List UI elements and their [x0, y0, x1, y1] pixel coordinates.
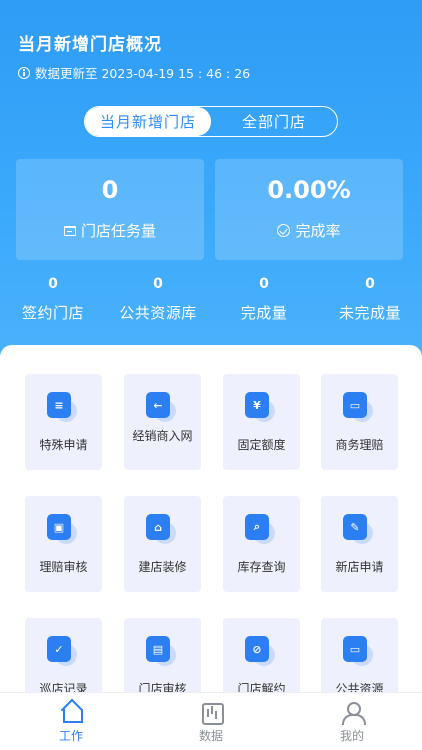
icon-glyph: ¥	[245, 392, 269, 418]
menu-tile[interactable]: ✓ 巡店记录	[25, 618, 102, 700]
menu-tile-label: 商务理赔	[335, 438, 384, 452]
home-icon	[60, 701, 83, 723]
back-arrow-icon: ←	[146, 392, 178, 424]
stat-label: 未完成量	[338, 304, 401, 322]
menu-tile-label: 固定额度	[237, 438, 286, 452]
yen-icon: ¥	[245, 392, 277, 424]
checklist-icon: ✓	[47, 636, 79, 668]
badge-icon: ▣	[47, 514, 79, 546]
info-icon	[18, 66, 30, 79]
stat-value: 0	[365, 276, 375, 292]
menu-tile[interactable]: ← 经销商入网	[124, 374, 201, 470]
tab-me[interactable]: 我的	[322, 701, 382, 744]
menu-tile[interactable]: ▤ 门店审核	[124, 618, 201, 700]
completion-rate-label: 完成率	[295, 222, 341, 240]
menu-panel: ≡ 特殊申请 ← 经销商入网 ¥ 固定额度 ▭ 商务理赔 ▣ 理赔审核 ⌂ 建店装修 ⌕ 库存查询 ✎ 新店申…	[0, 345, 422, 700]
icon-glyph: ⌕	[245, 514, 269, 540]
completion-rate-label-row: 完成率	[215, 220, 403, 241]
briefcase-icon: ▭	[343, 392, 375, 424]
stat-public-pool[interactable]: 0 公共资源库	[108, 276, 208, 323]
menu-tile-label: 经销商入网	[132, 429, 193, 443]
stat-label: 完成量	[240, 304, 288, 322]
menu-tile[interactable]: ⊘ 门店解约	[223, 618, 300, 700]
stamp-icon: ▤	[146, 636, 178, 668]
stat-label: 签约门店	[21, 304, 84, 322]
stat-value: 0	[259, 276, 269, 292]
icon-glyph: ⌂	[146, 514, 170, 540]
menu-tile[interactable]: ⌕ 库存查询	[223, 496, 300, 592]
user-icon	[341, 701, 366, 725]
stat-value: 0	[153, 276, 163, 292]
store-task-label: 门店任务量	[80, 222, 156, 240]
icon-glyph: ≡	[47, 392, 71, 418]
tab-new-stores[interactable]: 当月新增门店	[85, 107, 211, 136]
menu-tile[interactable]: ▣ 理赔审核	[25, 496, 102, 592]
bottom-tab-bar: 工作 数据 我的	[0, 692, 422, 750]
stat-signed-stores[interactable]: 0 签约门店	[3, 276, 103, 323]
store-task-value: 0	[101, 176, 119, 204]
update-timestamp: 数据更新至 2023-04-19 15 : 46 : 26	[18, 63, 250, 82]
icon-glyph: ✎	[343, 514, 367, 540]
chart-icon	[200, 701, 224, 725]
menu-tile[interactable]: ▭ 公共资源	[321, 618, 398, 700]
box-search-icon: ⌕	[245, 514, 277, 546]
shop-icon: ⌂	[146, 514, 178, 546]
check-circle-icon	[277, 224, 291, 237]
tab-all-stores[interactable]: 全部门店	[211, 107, 337, 136]
icon-glyph: ⊘	[245, 636, 269, 662]
edit-doc-icon: ✎	[343, 514, 375, 546]
tab-me-label: 我的	[339, 729, 364, 743]
menu-tile-label: 新店申请	[335, 560, 384, 574]
stat-uncompleted[interactable]: 0 未完成量	[320, 276, 420, 323]
update-text: 数据更新至 2023-04-19 15 : 46 : 26	[35, 66, 251, 81]
icon-glyph: ▣	[47, 514, 71, 540]
page-title: 当月新增门店概况	[18, 35, 162, 55]
menu-tile[interactable]: ✎ 新店申请	[321, 496, 398, 592]
stats-row: 0 签约门店 0 公共资源库 0 完成量 0 未完成量	[0, 276, 422, 326]
cancel-doc-icon: ⊘	[245, 636, 277, 668]
menu-tile-label: 理赔审核	[39, 560, 88, 574]
tab-work-label: 工作	[58, 729, 83, 743]
tab-data-label: 数据	[198, 729, 223, 743]
store-icon	[63, 225, 76, 236]
completion-rate-card: 0.00% 完成率	[215, 159, 403, 260]
icon-glyph: ▭	[343, 392, 367, 418]
header-banner: 当月新增门店概况 数据更新至 2023-04-19 15 : 46 : 26 当…	[0, 0, 422, 380]
menu-tile[interactable]: ▭ 商务理赔	[321, 374, 398, 470]
icon-glyph: ←	[146, 392, 170, 418]
icon-glyph: ▤	[146, 636, 170, 662]
message-icon: ≡	[47, 392, 79, 424]
icon-glyph: ✓	[47, 636, 71, 662]
menu-tile-label: 特殊申请	[39, 438, 88, 452]
stat-completed[interactable]: 0 完成量	[214, 276, 314, 323]
inbox-icon: ▭	[343, 636, 375, 668]
tab-data[interactable]: 数据	[181, 701, 241, 744]
store-task-label-row: 门店任务量	[16, 220, 204, 241]
menu-tile[interactable]: ¥ 固定额度	[223, 374, 300, 470]
menu-tile[interactable]: ≡ 特殊申请	[25, 374, 102, 470]
tab-work[interactable]: 工作	[41, 701, 101, 744]
scope-segmented-control: 当月新增门店 全部门店	[84, 106, 338, 137]
store-task-card: 0 门店任务量	[16, 159, 204, 260]
menu-tile-label: 库存查询	[237, 560, 286, 574]
stat-label: 公共资源库	[119, 304, 197, 322]
menu-tile[interactable]: ⌂ 建店装修	[124, 496, 201, 592]
icon-glyph: ▭	[343, 636, 367, 662]
menu-tile-label: 建店装修	[138, 560, 187, 574]
stat-value: 0	[48, 276, 58, 292]
completion-rate-value: 0.00%	[267, 176, 351, 204]
